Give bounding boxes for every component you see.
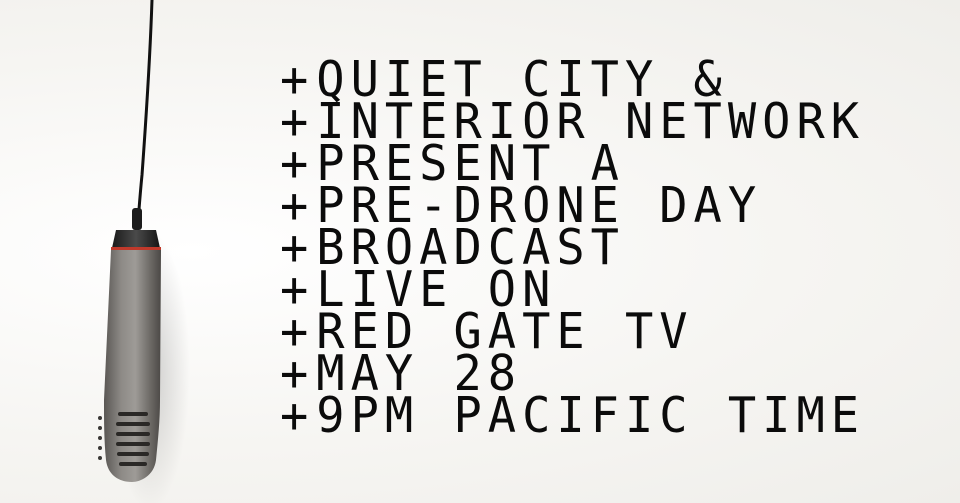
line-9: +9PM PACIFIC TIME: [280, 391, 865, 440]
microphone-ring: [111, 247, 161, 250]
microphone-side-holes: [98, 416, 102, 460]
microphone-cap: [112, 230, 160, 248]
announcement-text: +QUIET CITY & +INTERIOR NETWORK +PRESENT…: [280, 55, 865, 440]
plus-marker: +: [280, 386, 315, 445]
line-text: 9PM PACIFIC TIME: [316, 386, 866, 445]
poster: +QUIET CITY & +INTERIOR NETWORK +PRESENT…: [0, 0, 960, 503]
microphone-cable: [136, 0, 154, 223]
microphone-icon: [98, 0, 190, 503]
microphone-strain-relief: [132, 208, 142, 230]
microphone-body: [104, 250, 161, 482]
